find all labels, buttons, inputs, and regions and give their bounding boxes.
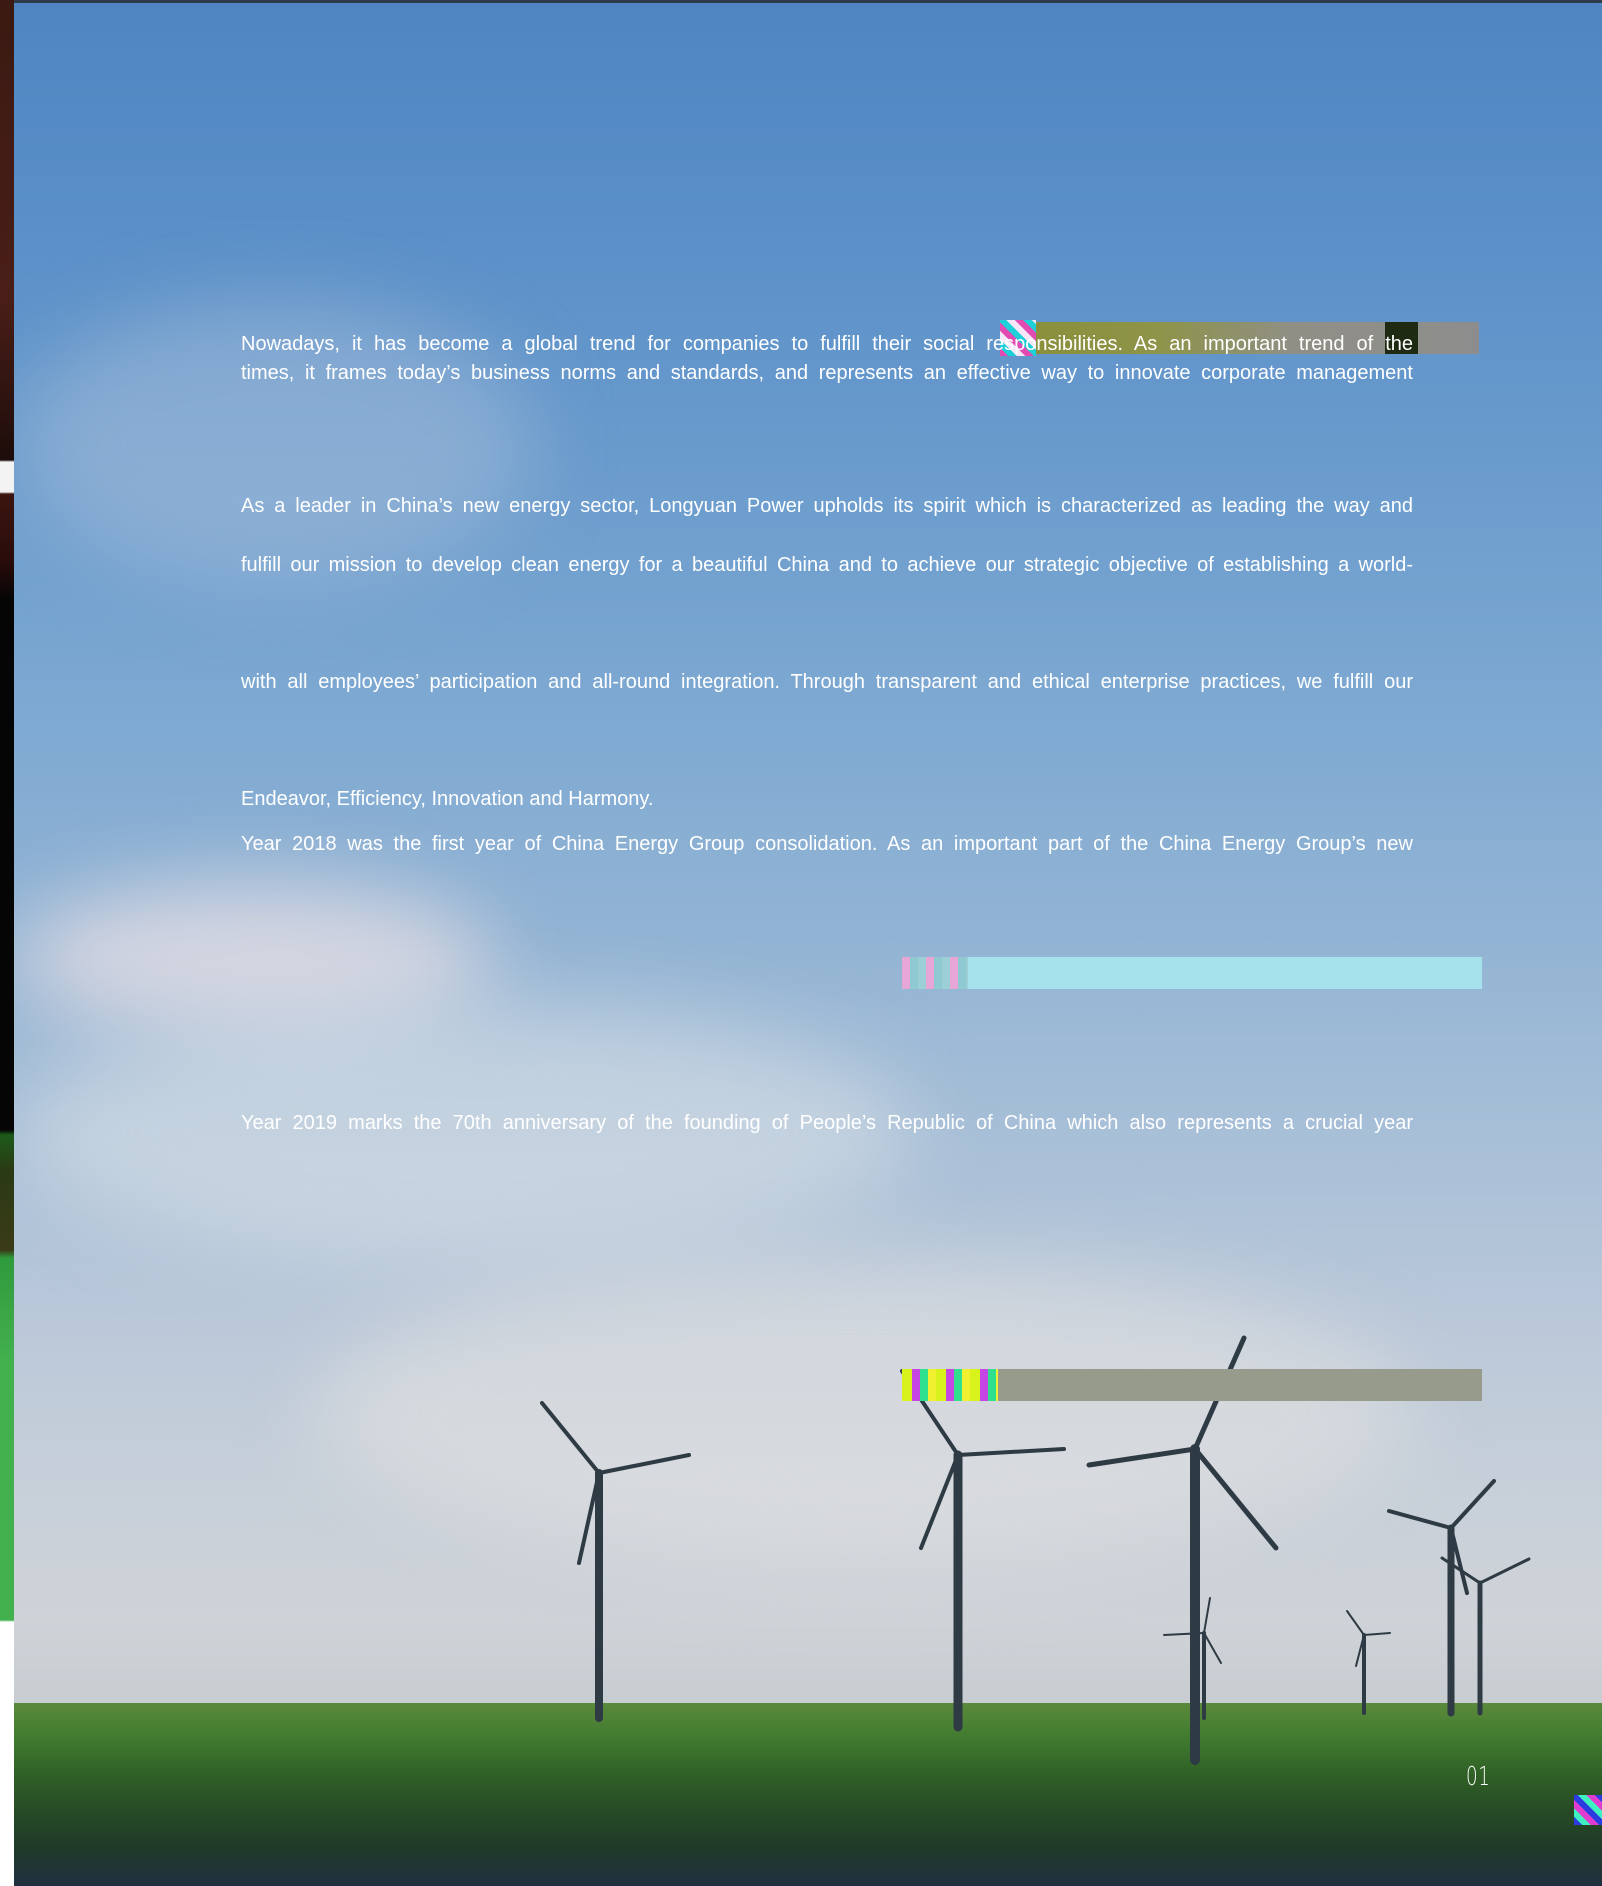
wind-farm-background-photo	[14, 3, 1602, 1886]
turbine	[1086, 1335, 1279, 1765]
turbine	[1346, 1610, 1391, 1715]
turbine	[900, 1369, 1066, 1732]
longyuan-paragraph-line: with all employees’ participation and al…	[241, 671, 1413, 693]
intro-paragraph-line: Nowadays, it has become a global trend f…	[241, 333, 1413, 355]
wind-turbines	[540, 1335, 1531, 1765]
glitch-bar	[968, 957, 1482, 989]
longyuan-paragraph-line: fulfill our mission to develop clean ene…	[241, 554, 1413, 576]
page-number: 01	[1466, 1762, 1491, 1792]
year-2018-paragraph-line: Year 2018 was the first year of China En…	[241, 833, 1413, 855]
year-2019-paragraph-line: Year 2019 marks the 70th anniversary of …	[241, 1112, 1413, 1134]
turbine	[1440, 1556, 1531, 1716]
glitch-pixel-noise	[902, 957, 968, 989]
left-edge-strip	[0, 0, 14, 1886]
glitch-bar	[990, 1369, 1482, 1401]
longyuan-paragraph-line: As a leader in China’s new energy sector…	[241, 495, 1413, 517]
intro-paragraph-line: times, it frames today’s business norms …	[241, 362, 1413, 384]
turbine	[540, 1401, 691, 1722]
glitch-pixel-noise	[902, 1369, 998, 1401]
values-line: Endeavor, Efficiency, Innovation and Har…	[241, 788, 654, 810]
glitch-pixel-noise	[1574, 1795, 1602, 1825]
